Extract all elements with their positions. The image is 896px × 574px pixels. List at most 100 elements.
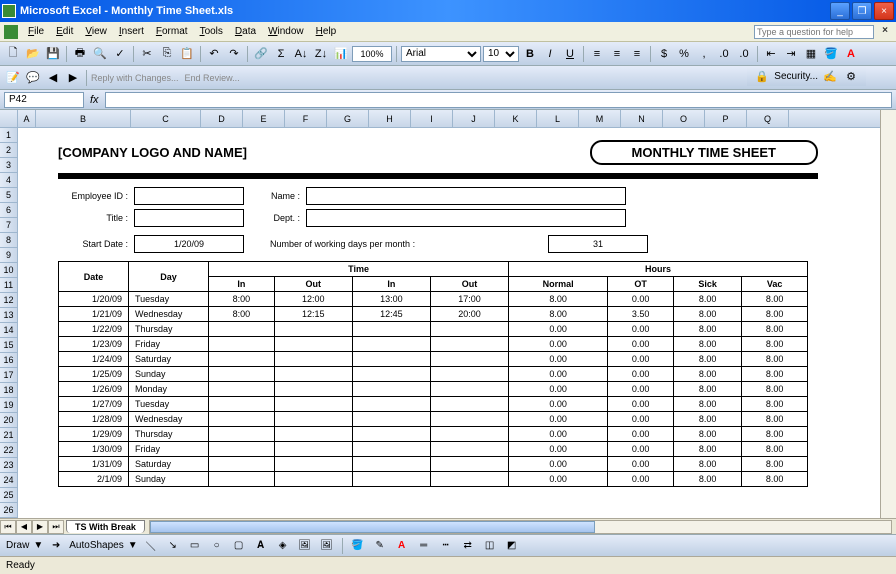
- row-header[interactable]: 1: [0, 128, 17, 143]
- table-row[interactable]: 1/23/09Friday0.000.008.008.00: [59, 337, 808, 352]
- row-header[interactable]: 3: [0, 158, 17, 173]
- col-header[interactable]: A: [18, 110, 36, 127]
- security-button[interactable]: Security...: [774, 71, 818, 82]
- borders-icon[interactable]: ▦: [802, 45, 820, 63]
- indent-inc-icon[interactable]: ⇥: [782, 45, 800, 63]
- menu-help[interactable]: Help: [310, 24, 343, 39]
- redo-icon[interactable]: ↷: [225, 45, 243, 63]
- fill-icon[interactable]: 🪣: [349, 537, 367, 555]
- fontsize-select[interactable]: 10: [483, 46, 519, 62]
- dash-style-icon[interactable]: ┅: [437, 537, 455, 555]
- row-header[interactable]: 9: [0, 248, 17, 263]
- table-row[interactable]: 1/31/09Saturday0.000.008.008.00: [59, 457, 808, 472]
- undo-icon[interactable]: ↶: [205, 45, 223, 63]
- col-header[interactable]: P: [705, 110, 747, 127]
- review-icon[interactable]: 📝: [4, 69, 22, 87]
- col-header[interactable]: E: [243, 110, 285, 127]
- table-row[interactable]: 1/25/09Sunday0.000.008.008.00: [59, 367, 808, 382]
- start-date-field[interactable]: 1/20/09: [134, 235, 244, 253]
- font-color-icon[interactable]: A: [842, 45, 860, 63]
- clipart-icon[interactable]: 🖼: [296, 537, 314, 555]
- align-right-icon[interactable]: ≡: [628, 45, 646, 63]
- textbox-icon[interactable]: ▢: [230, 537, 248, 555]
- close-button[interactable]: ×: [874, 2, 894, 20]
- font-color-icon[interactable]: A: [393, 537, 411, 555]
- row-header[interactable]: 8: [0, 233, 17, 248]
- new-icon[interactable]: 🗋: [4, 45, 22, 63]
- row-header[interactable]: 22: [0, 443, 17, 458]
- row-header[interactable]: 18: [0, 383, 17, 398]
- tab-first-icon[interactable]: ⏮: [0, 520, 16, 534]
- col-header[interactable]: K: [495, 110, 537, 127]
- indent-dec-icon[interactable]: ⇤: [762, 45, 780, 63]
- arrow-icon[interactable]: ↘: [164, 537, 182, 555]
- prev-comment-icon[interactable]: ◀: [44, 69, 62, 87]
- print-icon[interactable]: 🖶: [71, 45, 89, 63]
- diagram-icon[interactable]: ◈: [274, 537, 292, 555]
- link-icon[interactable]: 🔗: [252, 45, 270, 63]
- next-comment-icon[interactable]: ▶: [64, 69, 82, 87]
- row-header[interactable]: 7: [0, 218, 17, 233]
- picture-icon[interactable]: 🖼: [318, 537, 336, 555]
- row-header[interactable]: 5: [0, 188, 17, 203]
- table-row[interactable]: 1/29/09Thursday0.000.008.008.00: [59, 427, 808, 442]
- pointer-icon[interactable]: ➜: [47, 537, 65, 555]
- autoshapes-menu[interactable]: AutoShapes: [69, 540, 124, 551]
- help-input[interactable]: [754, 25, 874, 39]
- draw-menu[interactable]: Draw: [6, 540, 29, 551]
- table-row[interactable]: 1/26/09Monday0.000.008.008.00: [59, 382, 808, 397]
- row-header[interactable]: 23: [0, 458, 17, 473]
- align-left-icon[interactable]: ≡: [588, 45, 606, 63]
- spell-icon[interactable]: ✓: [111, 45, 129, 63]
- timesheet-table[interactable]: Date Day Time Hours In Out In Out Normal…: [58, 261, 808, 487]
- bold-button[interactable]: B: [521, 45, 539, 63]
- row-header[interactable]: 20: [0, 413, 17, 428]
- row-header[interactable]: 16: [0, 353, 17, 368]
- row-header[interactable]: 15: [0, 338, 17, 353]
- fill-color-icon[interactable]: 🪣: [822, 45, 840, 63]
- table-row[interactable]: 1/30/09Friday0.000.008.008.00: [59, 442, 808, 457]
- copy-icon[interactable]: ⎘: [158, 45, 176, 63]
- dept-field[interactable]: [306, 209, 626, 227]
- row-header[interactable]: 11: [0, 278, 17, 293]
- paste-icon[interactable]: 📋: [178, 45, 196, 63]
- security-icon[interactable]: 🔒: [753, 67, 771, 85]
- sheet-tab-active[interactable]: TS With Break: [66, 520, 145, 533]
- menu-insert[interactable]: Insert: [113, 24, 150, 39]
- row-header[interactable]: 21: [0, 428, 17, 443]
- font-select[interactable]: Arial: [401, 46, 481, 62]
- row-header[interactable]: 13: [0, 308, 17, 323]
- sig-icon[interactable]: ✍: [821, 67, 839, 85]
- col-header[interactable]: O: [663, 110, 705, 127]
- vertical-scrollbar[interactable]: [880, 110, 896, 518]
- horizontal-scrollbar[interactable]: [149, 520, 892, 534]
- row-header[interactable]: 10: [0, 263, 17, 278]
- fx-icon[interactable]: fx: [90, 94, 99, 106]
- tab-prev-icon[interactable]: ◀: [16, 520, 32, 534]
- row-header[interactable]: 2: [0, 143, 17, 158]
- close-doc-button[interactable]: ×: [878, 25, 892, 39]
- preview-icon[interactable]: 🔍: [91, 45, 109, 63]
- col-header[interactable]: G: [327, 110, 369, 127]
- name-box[interactable]: P42: [4, 92, 84, 108]
- align-center-icon[interactable]: ≡: [608, 45, 626, 63]
- col-header[interactable]: I: [411, 110, 453, 127]
- table-row[interactable]: 1/22/09Thursday0.000.008.008.00: [59, 322, 808, 337]
- menu-view[interactable]: View: [79, 24, 113, 39]
- line-icon[interactable]: ＼: [142, 537, 160, 555]
- row-header[interactable]: 4: [0, 173, 17, 188]
- rectangle-icon[interactable]: ▭: [186, 537, 204, 555]
- menu-edit[interactable]: Edit: [50, 24, 79, 39]
- menu-window[interactable]: Window: [262, 24, 310, 39]
- end-review-button[interactable]: End Review...: [185, 73, 240, 83]
- menu-file[interactable]: File: [22, 24, 50, 39]
- macro-icon[interactable]: ⚙: [842, 67, 860, 85]
- col-header[interactable]: Q: [747, 110, 789, 127]
- cut-icon[interactable]: ✂: [138, 45, 156, 63]
- sort-desc-icon[interactable]: Z↓: [312, 45, 330, 63]
- table-row[interactable]: 2/1/09Sunday0.000.008.008.00: [59, 472, 808, 487]
- col-header[interactable]: M: [579, 110, 621, 127]
- row-header[interactable]: 19: [0, 398, 17, 413]
- employee-id-field[interactable]: [134, 187, 244, 205]
- comment-icon[interactable]: 💬: [24, 69, 42, 87]
